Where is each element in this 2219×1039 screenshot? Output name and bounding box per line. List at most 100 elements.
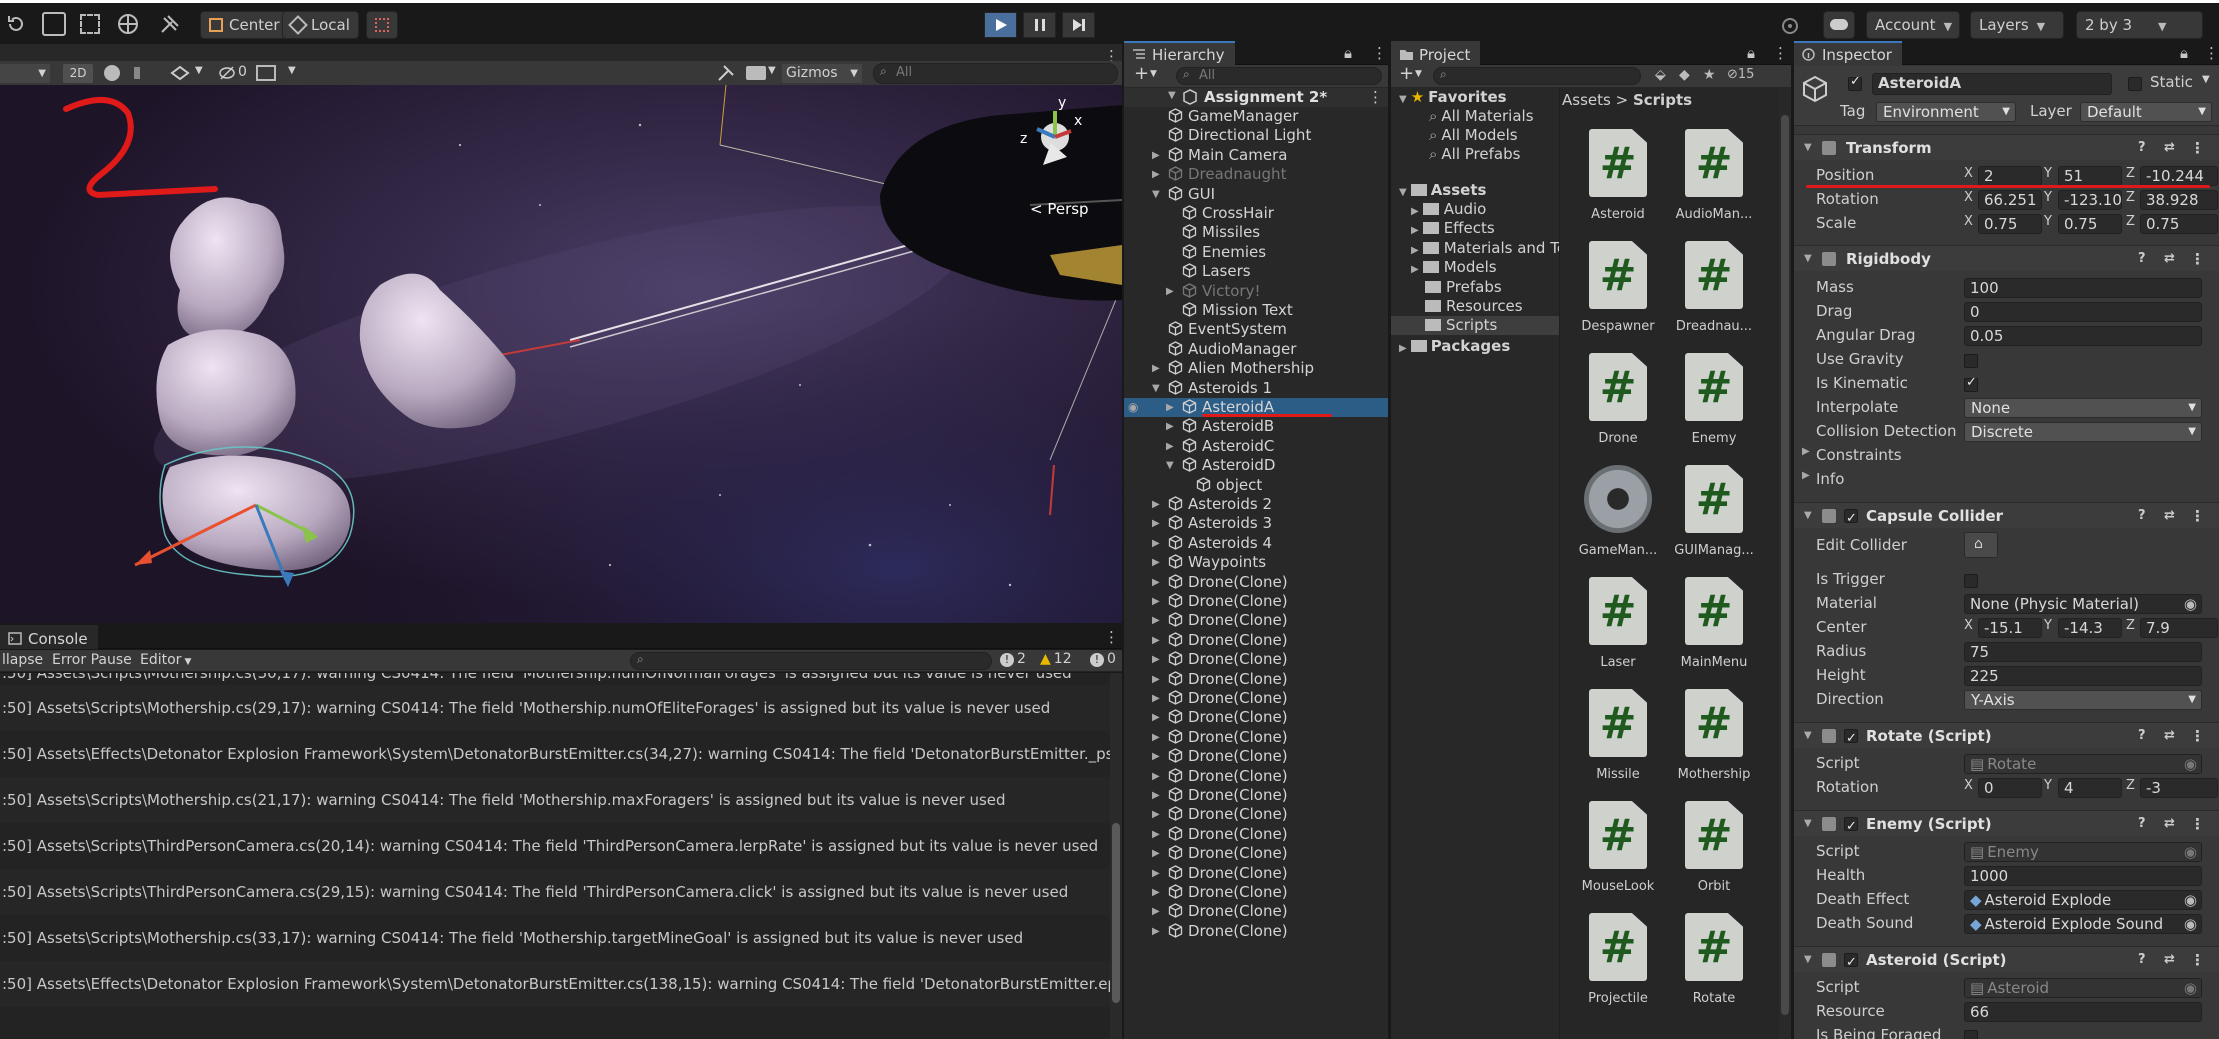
fold-closed-icon[interactable]: ▶ (1152, 786, 1160, 805)
object-picker-icon[interactable]: ◉ (2184, 891, 2197, 909)
scale-tool-icon[interactable] (42, 12, 66, 36)
physic-material-field[interactable]: None (Physic Material) ◉ (1964, 594, 2202, 614)
fold-open-icon[interactable]: ▼ (1152, 379, 1160, 398)
hierarchy-item[interactable]: ▶ Drone(Clone) (1124, 611, 1388, 630)
position-x[interactable]: 2 (1978, 166, 2042, 186)
fold-closed-icon[interactable]: ▶ (1166, 282, 1174, 301)
hierarchy-item[interactable]: ▶ Waypoints (1124, 553, 1388, 572)
more-icon[interactable]: ⋮ (2204, 44, 2219, 62)
object-name-field[interactable]: AsteroidA (1872, 73, 2112, 95)
favorites-header[interactable]: ▼ ★ Favorites (1399, 88, 1507, 107)
asset-folder-item[interactable]: ▶ Materials and Te (1391, 239, 1566, 258)
fold-closed-icon[interactable]: ▶ (1411, 206, 1419, 217)
mass-field[interactable]: 100 (1964, 278, 2202, 298)
help-icon[interactable]: ? (2138, 135, 2146, 161)
refresh-icon[interactable] (4, 12, 28, 36)
filter-label-icon[interactable]: ◆ (1679, 67, 1690, 83)
hierarchy-item[interactable]: ▶ Drone(Clone) (1124, 825, 1388, 844)
effects-icon[interactable] (170, 65, 190, 81)
hierarchy-item[interactable]: ▶ AsteroidC (1124, 437, 1388, 456)
fold-closed-icon[interactable]: ▶ (1152, 767, 1160, 786)
scene-search-input[interactable]: ⌕ All (873, 63, 1118, 84)
hierarchy-item[interactable]: ▼ AsteroidD (1124, 456, 1388, 475)
console-entry[interactable]: :50] Assets\Scripts\Mothership.cs(33,17)… (0, 915, 1110, 961)
fold-closed-icon[interactable]: ▶ (1152, 611, 1160, 630)
fold-closed-icon[interactable]: ▶ (1152, 573, 1160, 592)
fold-closed-icon[interactable]: ▶ (1166, 398, 1174, 417)
rotate-rotation-y[interactable]: 4 (2058, 778, 2122, 798)
fold-closed-icon[interactable]: ▶ (1152, 514, 1160, 533)
fold-open-icon[interactable]: ▼ (1804, 723, 1812, 749)
preset-icon[interactable]: ⇄ (2164, 723, 2175, 749)
enabled-checkbox[interactable] (1844, 811, 1858, 840)
pivot-center-button[interactable]: Center (200, 11, 289, 39)
enabled-checkbox[interactable] (1844, 723, 1858, 752)
error-count-badge[interactable]: ! 0 (1090, 651, 1116, 667)
hierarchy-item[interactable]: ▶ Drone(Clone) (1124, 592, 1388, 611)
scale-x[interactable]: 0.75 (1978, 214, 2042, 234)
script-asset[interactable]: # Asteroid (1570, 129, 1666, 222)
chevron-down-icon[interactable]: ▼ (768, 65, 776, 76)
filter-type-icon[interactable]: ⬙ (1655, 67, 1666, 83)
asset-folder-item[interactable]: Scripts (1391, 316, 1559, 336)
scrollbar-thumb[interactable] (1112, 823, 1120, 1003)
hierarchy-item[interactable]: ▶ Drone(Clone) (1124, 922, 1388, 941)
height-field[interactable]: 225 (1964, 666, 2202, 686)
visibility-icon[interactable]: ◉ (1128, 398, 1138, 417)
hierarchy-item[interactable]: Directional Light (1124, 126, 1388, 145)
add-icon[interactable]: + (1134, 63, 1149, 84)
camera-icon[interactable] (746, 66, 766, 80)
rotate-rotation-x[interactable]: 0 (1978, 778, 2042, 798)
chevron-down-icon[interactable]: ▼ (1415, 69, 1422, 79)
fold-closed-icon[interactable]: ▶ (1411, 245, 1419, 256)
scene-viewport[interactable]: y z x < Persp 2 (0, 85, 1122, 623)
radius-field[interactable]: 75 (1964, 642, 2202, 662)
script-asset[interactable]: # Drone (1570, 353, 1666, 446)
project-search-input[interactable]: ⌕ (1433, 67, 1641, 85)
static-checkbox[interactable] (2128, 75, 2142, 93)
hierarchy-item[interactable]: ▶ Drone(Clone) (1124, 689, 1388, 708)
fold-closed-icon[interactable]: ▶ (1152, 553, 1160, 572)
error-pause-toggle[interactable]: Error Pause (52, 652, 132, 668)
console-entry[interactable]: :50] Assets\Effects\Detonator Explosion … (0, 731, 1110, 777)
favorite-icon[interactable]: ★ (1703, 67, 1716, 83)
fold-closed-icon[interactable]: ▶ (1152, 708, 1160, 727)
object-picker-icon[interactable]: ◉ (2184, 595, 2197, 613)
edit-collider-button[interactable]: ⌂ (1964, 532, 1998, 558)
fold-closed-icon[interactable]: ▶ (1411, 264, 1419, 275)
play-button[interactable] (984, 12, 1017, 38)
is-being-foraged-checkbox[interactable] (1964, 1028, 1978, 1039)
fold-open-icon[interactable]: ▼ (1804, 947, 1812, 973)
fold-open-icon[interactable]: ▼ (1804, 503, 1812, 529)
lock-icon[interactable]: 🔒︎ (1747, 44, 1755, 62)
rect-tool-icon[interactable] (80, 14, 100, 34)
hierarchy-item[interactable]: ▶ Drone(Clone) (1124, 844, 1388, 863)
hierarchy-item[interactable]: ▶ Drone(Clone) (1124, 631, 1388, 650)
fold-closed-icon[interactable]: ▶ (1802, 446, 1810, 457)
hierarchy-item[interactable]: ▶ Main Camera (1124, 146, 1388, 165)
scrollbar-thumb[interactable] (1781, 115, 1789, 1015)
fold-closed-icon[interactable]: ▶ (1152, 146, 1160, 165)
preset-icon[interactable]: ⇄ (2164, 135, 2175, 161)
grid-toggle-icon[interactable] (256, 65, 276, 81)
script-asset[interactable]: # Orbit (1666, 801, 1762, 894)
console-entry[interactable]: :50] Assets\Scripts\ThirdPersonCamera.cs… (0, 869, 1110, 915)
pivot-local-button[interactable]: Local (282, 11, 359, 39)
hierarchy-item[interactable]: Lasers (1124, 262, 1388, 281)
preset-icon[interactable]: ⇄ (2164, 947, 2175, 973)
more-icon[interactable]: ⋮ (1104, 628, 1119, 646)
active-checkbox[interactable] (1848, 74, 1862, 93)
help-icon[interactable]: ? (2138, 723, 2146, 749)
transform-tool-icon[interactable] (116, 12, 140, 36)
asset-folder-item[interactable]: ▶ Audio (1391, 200, 1559, 219)
fold-closed-icon[interactable]: ▶ (1152, 631, 1160, 650)
layout-dropdown[interactable]: 2 by 3 ▼ (2076, 11, 2203, 39)
console-entry[interactable]: :50] Assets\Effects\Detonator Explosion … (0, 961, 1110, 1007)
fold-closed-icon[interactable]: ▶ (1152, 592, 1160, 611)
project-scrollbar[interactable] (1779, 115, 1791, 1039)
tab-project[interactable]: Project (1391, 41, 1481, 65)
hidden-objects-icon[interactable] (218, 65, 236, 81)
preset-icon[interactable]: ⇄ (2164, 503, 2175, 529)
rotate-header[interactable]: ▼ Rotate (Script) ? ⇄ ⋮ (1794, 722, 2219, 752)
scene-header[interactable]: ▼ Assignment 2* ⋮ (1124, 88, 1388, 107)
